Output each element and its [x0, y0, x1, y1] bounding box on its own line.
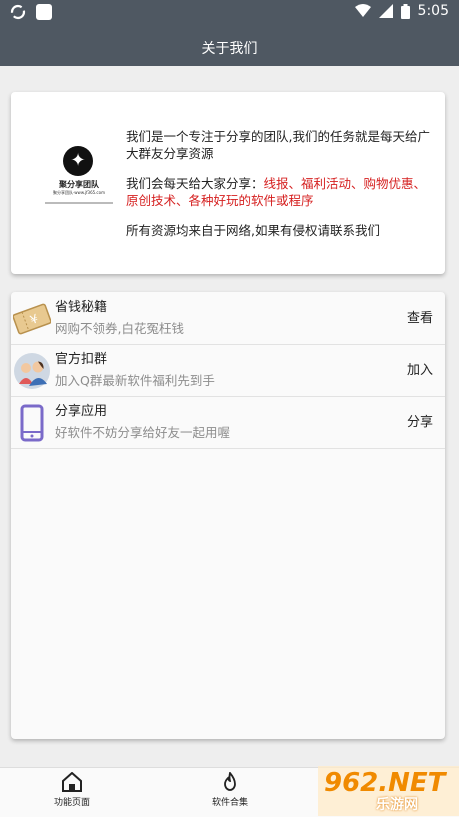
watermark-sub: 乐游网 [376, 797, 418, 813]
view-button[interactable]: 查看 [407, 307, 433, 326]
logo-name: 聚分享团队 [59, 180, 99, 189]
list-item-title: 官方扣群 [55, 352, 108, 367]
coupon-icon: ¥ [13, 303, 51, 335]
tab-label: 软件合集 [211, 798, 248, 808]
list-item-subtitle: 加入Q群最新软件福利先到手 [55, 373, 215, 388]
intro-p2-prefix: 我们会每天给大家分享： [126, 176, 264, 191]
logo-tagline: 聚分享团队·www.jf365.com [53, 190, 105, 195]
list-item-subtitle: 好软件不妨分享给好友一起用喔 [55, 425, 231, 440]
intro-paragraph-3: 所有资源均来自于网络,如果有侵权请联系我们 [126, 223, 380, 238]
tab-features[interactable]: 功能页面 [22, 772, 122, 808]
logo-divider [45, 202, 113, 204]
group-avatar-icon [14, 353, 50, 389]
battery-icon [400, 3, 410, 19]
intro-card: ✦ 聚分享团队 聚分享团队·www.jf365.com 我们是一个专注于分享的团… [11, 92, 445, 274]
bird-icon: ✦ [63, 146, 93, 176]
tab-label: 功能页面 [53, 798, 90, 808]
home-icon [62, 772, 82, 792]
wifi-icon [354, 4, 371, 17]
share-button[interactable]: 分享 [407, 411, 433, 430]
tab-software-collection[interactable]: 软件合集 [180, 772, 280, 808]
fire-icon [224, 772, 236, 791]
list-item-title: 分享应用 [55, 404, 108, 419]
site-watermark: 962.NET 乐游网 [318, 766, 459, 816]
status-time: 5:05 [417, 3, 449, 19]
sync-icon [10, 4, 26, 20]
menu-card: ¥ 省钱秘籍 网购不领券,白花冤枉钱 查看 官方扣群 加入Q群最新软件福利先到手… [11, 292, 445, 739]
intro-paragraph-1: 我们是一个专注于分享的团队,我们的任务就是每天给广大群友分享资源 [126, 129, 430, 161]
page-title: 关于我们 [201, 41, 258, 57]
intro-paragraph-2: 我们会每天给大家分享：线报、福利活动、购物优惠、原创技术、各种好玩的软件或程序 [126, 175, 438, 209]
app-bar: 关于我们 [0, 26, 459, 66]
list-item-subtitle: 网购不领券,白花冤枉钱 [55, 321, 184, 336]
join-button[interactable]: 加入 [407, 359, 433, 378]
team-logo: ✦ 聚分享团队 聚分享团队·www.jf365.com [33, 132, 125, 224]
phone-icon [20, 404, 44, 442]
list-item-official-group[interactable]: 官方扣群 加入Q群最新软件福利先到手 加入 [11, 344, 445, 397]
list-item-save-money[interactable]: ¥ 省钱秘籍 网购不领券,白花冤枉钱 查看 [11, 292, 445, 345]
signal-icon [378, 4, 393, 18]
notification-icon [36, 4, 52, 20]
list-item-share-app[interactable]: 分享应用 好软件不妨分享给好友一起用喔 分享 [11, 396, 445, 449]
list-item-title: 省钱秘籍 [55, 300, 108, 315]
intro-text: 我们是一个专注于分享的团队,我们的任务就是每天给广大群友分享资源 我们会每天给大… [126, 128, 438, 252]
status-bar: 5:05 [0, 0, 459, 26]
